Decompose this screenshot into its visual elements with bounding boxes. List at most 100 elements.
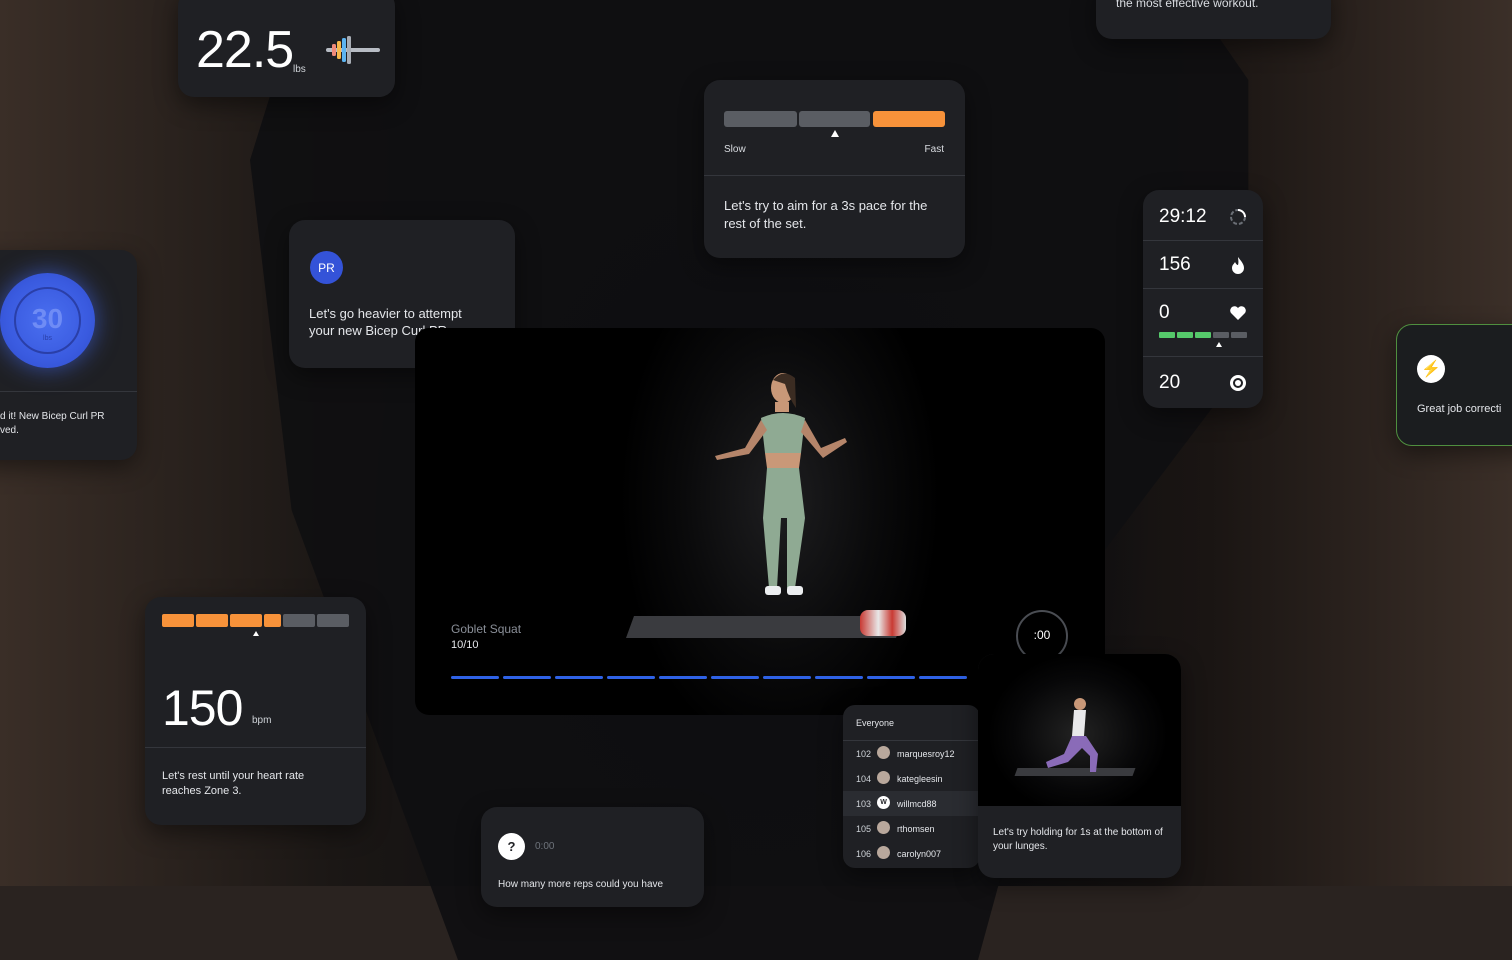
progress-segment <box>867 676 915 679</box>
leaderboard-rank: 102 <box>856 749 872 759</box>
time-value: 29:12 <box>1159 206 1207 227</box>
progress-segment <box>763 676 811 679</box>
dumbbells <box>860 610 906 636</box>
question-time: 0:00 <box>535 841 555 852</box>
coach-tip-text: the most effective workout. <box>1116 0 1259 10</box>
progress-segment <box>919 676 967 679</box>
lunge-tip-card: Let's try holding for 1s at the bottom o… <box>978 654 1181 878</box>
leaderboard-row[interactable]: 103 Wwillmcd88 <box>843 791 980 816</box>
hr-zone-segment <box>195 614 228 627</box>
zone-segment <box>1177 332 1193 338</box>
progress-segment <box>503 676 551 679</box>
leaderboard-row[interactable]: 104 kategleesin <box>843 766 980 791</box>
calories-value: 156 <box>1159 254 1191 275</box>
flame-icon <box>1232 257 1244 274</box>
leaderboard-rank: 104 <box>856 774 872 784</box>
stat-time: 29:12 <box>1143 192 1263 240</box>
leaderboard-row[interactable]: 102 marquesroy12 <box>843 741 980 766</box>
hr-zone-segment <box>263 614 282 627</box>
stats-divider-3 <box>1143 356 1263 357</box>
progress-segment <box>815 676 863 679</box>
heart-icon <box>1230 306 1246 320</box>
zone-segment <box>1213 332 1229 338</box>
leaderboard-row[interactable]: 106 carolyn007 <box>843 841 980 866</box>
lightning-icon: ⚡ <box>1417 355 1445 383</box>
reps-in-reserve-card: ? 0:00 How many more reps could you have <box>481 807 704 907</box>
user-avatar <box>877 746 890 759</box>
pr-achieved-card: 30 lbs d it! New Bicep Curl PR ved. <box>0 250 137 460</box>
pace-bar-fast <box>873 111 945 127</box>
rep-count: 10/10 <box>451 639 479 651</box>
form-feedback-card: ⚡ Great job correcti <box>1396 324 1512 446</box>
reps-value: 20 <box>1159 372 1181 393</box>
set-progress-bar <box>451 676 991 679</box>
heart-rate-zone-bars <box>162 614 349 627</box>
pace-bar-slow <box>724 111 797 127</box>
dial-unit: lbs <box>43 335 52 342</box>
pr-badge: PR <box>310 251 343 284</box>
form-feedback-text: Great job correcti <box>1417 403 1502 415</box>
weight-value: 22.5 <box>196 21 294 79</box>
pace-card: Slow Fast Let's try to aim for a 3s pace… <box>704 80 965 258</box>
timer-spinner-icon <box>1230 209 1246 225</box>
pace-marker-icon <box>831 130 839 137</box>
leaderboard-header[interactable]: Everyone <box>856 718 894 728</box>
leaderboard-username: marquesroy12 <box>897 749 955 759</box>
lunge-video-thumbnail <box>978 654 1181 806</box>
zone-marker-icon <box>1215 342 1222 347</box>
leaderboard-row[interactable]: 105 rthomsen <box>843 816 980 841</box>
weight-unit: lbs <box>293 64 306 75</box>
target-icon <box>1230 375 1246 391</box>
hr-zone-segment <box>317 614 349 627</box>
weight-dial: 30 lbs <box>0 273 95 368</box>
question-text: How many more reps could you have <box>498 879 664 890</box>
pace-message: Let's try to aim for a 3s pace for the r… <box>724 198 928 231</box>
zone-segment <box>1159 332 1175 338</box>
user-avatar <box>877 771 890 784</box>
dial-value: 30 <box>31 303 64 334</box>
workout-stats-card: 29:12 156 0 20 <box>1143 190 1263 408</box>
progress-segment <box>451 676 499 679</box>
heart-divider <box>145 747 366 748</box>
hr-zone-segment <box>283 614 316 627</box>
stat-reps: 20 <box>1143 358 1263 406</box>
exercise-name: Goblet Squat <box>451 622 522 636</box>
progress-segment <box>607 676 655 679</box>
leaderboard-username: rthomsen <box>897 824 935 834</box>
pace-fast-label: Fast <box>924 144 944 155</box>
heart-zone-value: 0 <box>1159 302 1170 323</box>
heart-rate-card: 150 bpm Let's rest until your heart rate… <box>145 597 366 825</box>
user-avatar <box>877 821 890 834</box>
lunge-tip-text: Let's try holding for 1s at the bottom o… <box>993 827 1163 852</box>
zone-segment <box>1231 332 1247 338</box>
heart-rate-message: Let's rest until your heart rate reaches… <box>162 770 305 797</box>
pace-slow-label: Slow <box>724 144 746 155</box>
heart-rate-marker-icon <box>252 631 259 636</box>
zone-segment <box>1195 332 1211 338</box>
hr-zone-segment <box>229 614 262 627</box>
leaderboard-username: kategleesin <box>897 774 943 784</box>
leaderboard-card[interactable]: Everyone 102 marquesroy12 104 kategleesin 10… <box>843 705 980 868</box>
stat-calories: 156 <box>1143 240 1263 288</box>
coach-tip-card-top: the most effective workout. <box>1096 0 1331 39</box>
trainer-figure <box>715 373 847 595</box>
leaderboard-rank: 103 <box>856 799 872 809</box>
pace-bar-mid <box>799 111 870 127</box>
dial-message-line2: ved. <box>0 425 19 436</box>
pace-divider <box>704 175 965 176</box>
user-avatar: W <box>877 796 890 809</box>
question-icon[interactable]: ? <box>498 833 525 860</box>
dial-divider <box>0 391 137 392</box>
stat-heart: 0 <box>1143 288 1263 356</box>
heart-rate-value: 150 <box>162 680 243 736</box>
hr-zone-segment <box>162 614 194 627</box>
leaderboard-rank: 106 <box>856 849 872 859</box>
leaderboard-username: willmcd88 <box>897 799 937 809</box>
progress-segment <box>711 676 759 679</box>
leaderboard-rank: 105 <box>856 824 872 834</box>
user-avatar <box>877 846 890 859</box>
dial-message-line1: d it! New Bicep Curl PR <box>0 411 105 422</box>
weight-plates-icon <box>326 36 380 64</box>
progress-segment <box>659 676 707 679</box>
heart-rate-unit: bpm <box>252 715 272 726</box>
